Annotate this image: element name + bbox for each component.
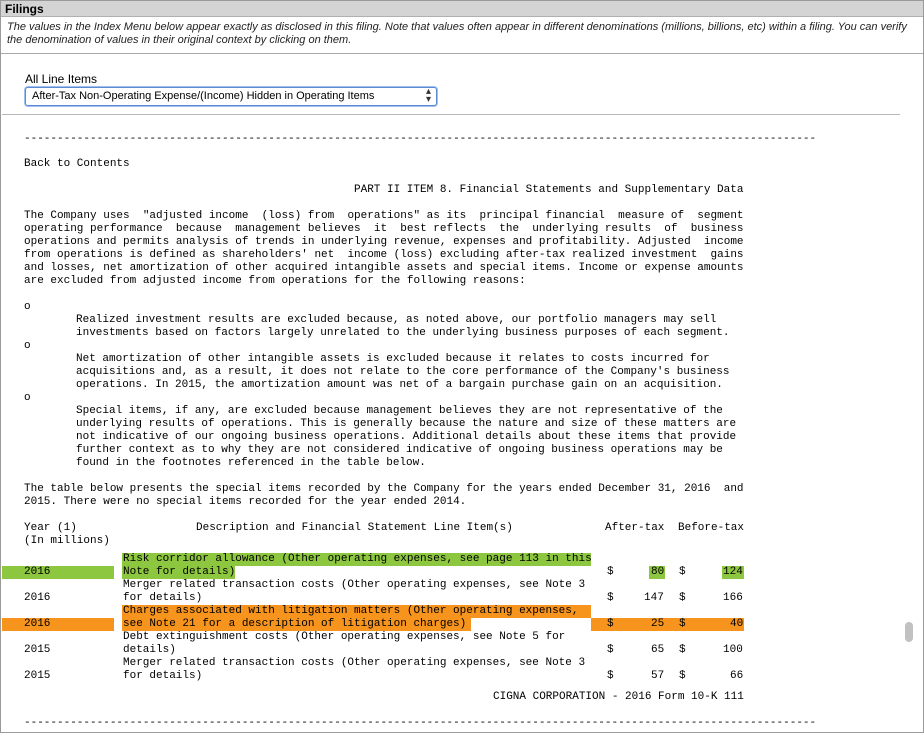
table-row-year: 2016 — [24, 618, 51, 630]
paragraph-line: operations and permits analysis of trend… — [24, 236, 744, 248]
line-items-selected-value: After-Tax Non-Operating Expense/(Income)… — [32, 90, 375, 102]
after-tax-value[interactable]: 147 — [644, 592, 664, 605]
table-row-desc[interactable]: see Note 21 for a description of litigat… — [123, 618, 466, 631]
table-header-year: Year (1) — [24, 522, 77, 534]
paragraph-line: from operations is defined as shareholde… — [24, 249, 744, 261]
rule-top: ----------------------------------------… — [24, 133, 817, 145]
currency-symbol: $ — [607, 670, 614, 682]
before-tax-value[interactable]: 40 — [730, 618, 743, 631]
bullet-line: Realized investment results are excluded… — [76, 314, 717, 326]
currency-symbol: $ — [607, 618, 614, 630]
table-row-desc[interactable]: Merger related transaction costs (Other … — [123, 579, 585, 592]
currency-symbol: $ — [607, 644, 614, 656]
currency-symbol: $ — [607, 566, 614, 578]
divider — [1, 53, 923, 54]
line-items-select[interactable]: After-Tax Non-Operating Expense/(Income)… — [25, 87, 437, 106]
row-highlight-orange — [2, 618, 114, 631]
bullet-line: Net amortization of other intangible ass… — [76, 353, 710, 365]
bullet-marker: o — [24, 340, 31, 352]
before-tax-value[interactable]: 66 — [730, 670, 743, 683]
table-row-year: 2016 — [24, 592, 51, 604]
bullet-line: underlying results of operations. This i… — [76, 418, 737, 430]
currency-symbol: $ — [679, 644, 686, 656]
bullet-line: not indicative of our ongoing business o… — [76, 431, 737, 443]
bullet-marker: o — [24, 392, 31, 404]
table-header-description: Description and Financial Statement Line… — [196, 522, 513, 534]
table-row-desc[interactable]: Charges associated with litigation matte… — [123, 605, 578, 618]
table-row-year: 2015 — [24, 670, 51, 682]
bullet-marker: o — [24, 301, 31, 313]
bullet-line: found in the footnotes referenced in the… — [76, 457, 426, 469]
page-footer: CIGNA CORPORATION - 2016 Form 10-K 111 — [493, 691, 744, 703]
after-tax-value[interactable]: 57 — [651, 670, 664, 683]
after-tax-value[interactable]: 80 — [651, 566, 664, 579]
bullet-line: operations. In 2015, the amortization am… — [76, 379, 723, 391]
disclosure-note: The values in the Index Menu below appea… — [7, 21, 907, 46]
filings-panel: Filings The values in the Index Menu bel… — [0, 0, 924, 733]
line-items-label: All Line Items — [25, 72, 98, 86]
table-row-desc[interactable]: details) — [123, 644, 176, 657]
paragraph-line: are excluded from adjusted income from o… — [24, 275, 526, 287]
scrollbar-thumb[interactable] — [905, 622, 913, 642]
after-tax-value[interactable]: 25 — [651, 618, 664, 631]
currency-symbol: $ — [679, 566, 686, 578]
row-highlight-green — [2, 566, 114, 579]
rule-bottom: ----------------------------------------… — [24, 717, 817, 729]
table-row-desc[interactable]: Risk corridor allowance (Other operating… — [123, 553, 592, 566]
table-row-desc[interactable]: for details) — [123, 592, 202, 605]
before-tax-value[interactable]: 100 — [723, 644, 743, 657]
currency-symbol: $ — [679, 592, 686, 604]
table-header-units: (In millions) — [24, 535, 110, 547]
currency-symbol: $ — [679, 618, 686, 630]
paragraph-line: operating performance because management… — [24, 223, 744, 235]
table-row-year: 2016 — [24, 566, 51, 578]
table-header-before-tax: Before-tax — [678, 522, 745, 534]
table-header-after-tax: After-tax — [605, 522, 665, 534]
paragraph-line: The table below presents the special ite… — [24, 483, 744, 495]
paragraph-line: 2015. There were no special items record… — [24, 496, 467, 508]
bullet-line: investments based on factors largely unr… — [76, 327, 730, 339]
paragraph-line: The Company uses "adjusted income (loss)… — [24, 210, 744, 222]
paragraph-line: and losses, net amortization of other ac… — [24, 262, 744, 274]
currency-symbol: $ — [607, 592, 614, 604]
panel-title: Filings — [5, 2, 44, 16]
part-title: PART II ITEM 8. Financial Statements and… — [354, 184, 744, 196]
bullet-line: acquisitions and, as a result, it does n… — [76, 366, 730, 378]
currency-symbol: $ — [679, 670, 686, 682]
before-tax-value[interactable]: 166 — [723, 592, 743, 605]
table-row-desc[interactable]: Debt extinguishment costs (Other operati… — [123, 631, 565, 644]
document-scrollbar[interactable] — [900, 114, 922, 731]
select-arrows-icon: ▴ ▾ — [425, 86, 431, 105]
table-row-desc[interactable]: for details) — [123, 670, 202, 683]
table-row-desc[interactable]: Note for details) — [123, 566, 235, 579]
table-row-desc[interactable]: Merger related transaction costs (Other … — [123, 657, 585, 670]
bullet-line: further context as to why they are not c… — [76, 444, 723, 456]
back-to-contents-link[interactable]: Back to Contents — [24, 158, 130, 171]
table-row-year: 2015 — [24, 644, 51, 656]
before-tax-value[interactable]: 124 — [723, 566, 743, 579]
filing-document: ----------------------------------------… — [2, 114, 900, 732]
after-tax-value[interactable]: 65 — [651, 644, 664, 657]
panel-header: Filings — [1, 1, 923, 17]
bullet-line: Special items, if any, are excluded beca… — [76, 405, 723, 417]
